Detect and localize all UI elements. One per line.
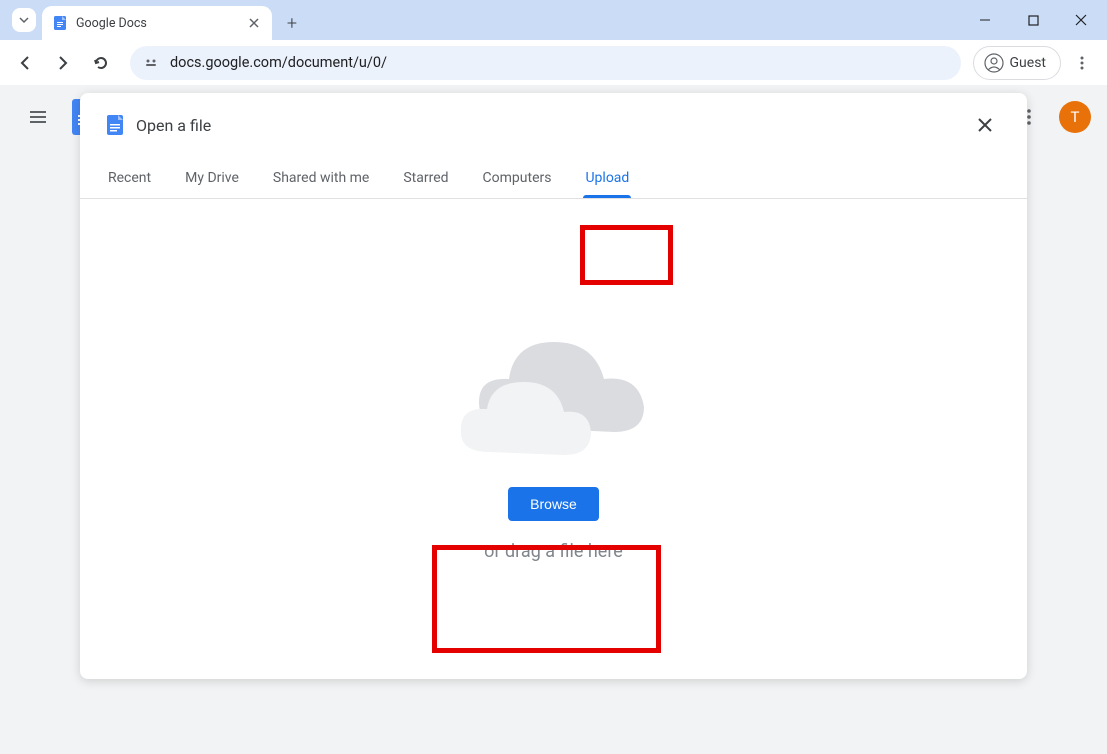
docs-favicon-icon: [52, 15, 68, 31]
url-text: docs.google.com/document/u/0/: [170, 54, 387, 71]
maximize-button[interactable]: [1013, 5, 1053, 35]
reload-icon: [92, 54, 110, 72]
dialog-close-button[interactable]: [969, 109, 1001, 141]
tab-shared-with-me[interactable]: Shared with me: [271, 157, 371, 198]
tab-my-drive[interactable]: My Drive: [183, 157, 241, 198]
docs-page: Docs T Open a file: [0, 85, 1107, 754]
close-icon: [976, 116, 994, 134]
back-button[interactable]: [8, 46, 42, 80]
arrow-right-icon: [54, 54, 72, 72]
main-menu-button[interactable]: [16, 95, 60, 139]
tab-strip: Google Docs +: [0, 0, 1107, 40]
minimize-button[interactable]: [965, 5, 1005, 35]
profile-label: Guest: [1010, 55, 1046, 71]
kebab-icon: [1074, 55, 1090, 71]
browser-chrome: Google Docs + docs.google.com/document/u…: [0, 0, 1107, 85]
new-tab-button[interactable]: +: [278, 9, 306, 37]
site-settings-icon[interactable]: [142, 54, 160, 72]
chevron-down-icon: [18, 14, 30, 26]
docs-file-icon: [106, 114, 124, 136]
dialog-title: Open a file: [136, 116, 211, 135]
account-avatar[interactable]: T: [1059, 101, 1091, 133]
profile-chip[interactable]: Guest: [973, 46, 1061, 80]
upload-dropzone[interactable]: Browse or drag a file here: [80, 199, 1027, 679]
arrow-left-icon: [16, 54, 34, 72]
hamburger-icon: [27, 106, 49, 128]
maximize-icon: [1028, 15, 1039, 26]
close-icon: [249, 18, 259, 28]
tab-close-button[interactable]: [246, 15, 262, 31]
tab-computers[interactable]: Computers: [481, 157, 554, 198]
drag-hint-text: or drag a file here: [484, 541, 623, 562]
tab-search-dropdown[interactable]: [12, 8, 36, 32]
address-bar[interactable]: docs.google.com/document/u/0/: [130, 46, 961, 80]
guest-icon: [984, 53, 1004, 73]
avatar-initial: T: [1071, 108, 1080, 126]
file-picker-dialog: Open a file Recent My Drive Shared with …: [80, 93, 1027, 679]
browser-toolbar: docs.google.com/document/u/0/ Guest: [0, 40, 1107, 85]
close-icon: [1075, 14, 1087, 26]
dialog-tabs: Recent My Drive Shared with me Starred C…: [80, 157, 1027, 199]
window-close-button[interactable]: [1061, 5, 1101, 35]
tab-upload[interactable]: Upload: [583, 157, 631, 198]
reload-button[interactable]: [84, 46, 118, 80]
window-controls: [965, 0, 1107, 40]
tab-recent[interactable]: Recent: [106, 157, 153, 198]
browse-label: Browse: [530, 496, 577, 512]
browse-button[interactable]: Browse: [508, 487, 599, 521]
browser-tab[interactable]: Google Docs: [42, 6, 272, 40]
cloud-illustration-icon: [439, 317, 669, 467]
browser-menu-button[interactable]: [1065, 46, 1099, 80]
tab-title: Google Docs: [76, 16, 238, 31]
forward-button[interactable]: [46, 46, 80, 80]
dialog-header: Open a file: [80, 93, 1027, 157]
tab-starred[interactable]: Starred: [401, 157, 450, 198]
minimize-icon: [979, 14, 991, 26]
